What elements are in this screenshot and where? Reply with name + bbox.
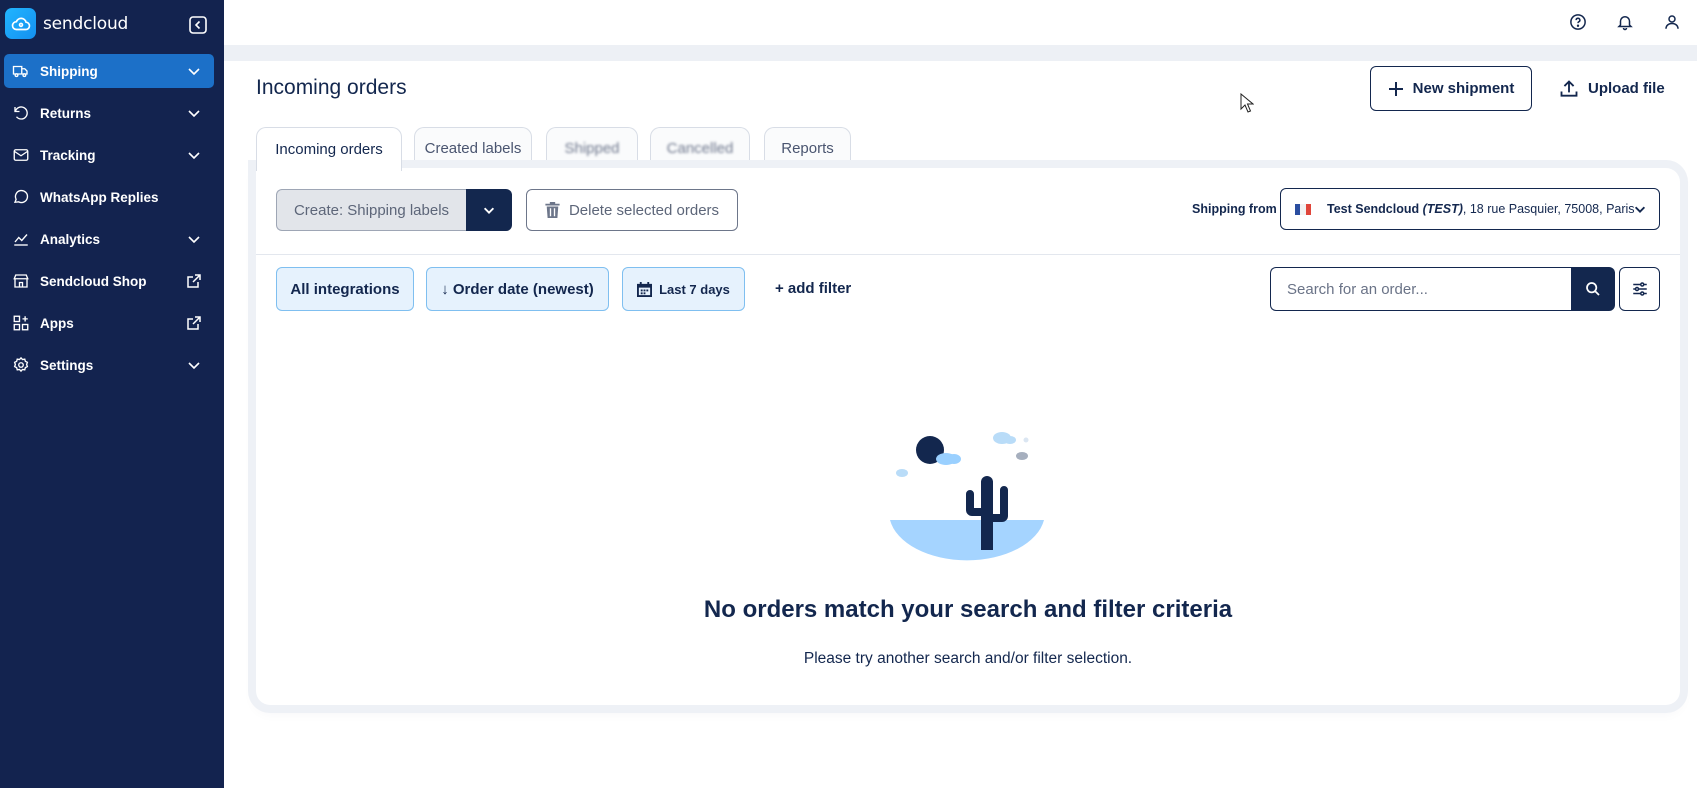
chevron-down-icon	[186, 231, 202, 247]
chevron-down-icon	[186, 63, 202, 79]
sidebar: sendcloud Shipping Returns Tracking What…	[0, 0, 224, 788]
tab-reports[interactable]: Reports	[764, 127, 851, 169]
bell-icon[interactable]	[1614, 11, 1636, 33]
all-integrations-filter[interactable]: All integrations	[276, 267, 414, 311]
sidebar-item-label: Sendcloud Shop	[40, 273, 147, 289]
chevron-down-icon	[186, 147, 202, 163]
search-icon	[1586, 282, 1600, 296]
upload-file-button[interactable]: Upload file	[1559, 66, 1665, 111]
sidebar-item-returns[interactable]: Returns	[4, 96, 214, 130]
sidebar-nav: Shipping Returns Tracking WhatsApp Repli…	[4, 54, 214, 390]
shipping-from-address: , 18 rue Pasquier, 75008, Paris	[1462, 202, 1635, 216]
sidebar-item-label: Returns	[40, 105, 92, 121]
chevron-down-icon	[186, 357, 202, 373]
tab-cancelled[interactable]: Cancelled	[650, 127, 750, 169]
tab-incoming-orders[interactable]: Incoming orders	[256, 127, 402, 171]
create-shipping-labels-button[interactable]: Create: Shipping labels	[276, 189, 466, 231]
sidebar-item-analytics[interactable]: Analytics	[4, 222, 214, 256]
apps-icon	[12, 314, 30, 332]
brand[interactable]: sendcloud	[5, 8, 128, 39]
chat-bubble-icon	[12, 188, 30, 206]
new-shipment-label: New shipment	[1412, 80, 1515, 97]
trash-icon	[545, 202, 560, 218]
plus-icon	[1388, 81, 1403, 96]
sidebar-item-label: WhatsApp Replies	[40, 189, 159, 205]
cactus-illustration	[888, 430, 1048, 585]
upload-icon	[1560, 79, 1578, 97]
sidebar-item-label: Tracking	[40, 147, 96, 163]
envelope-icon	[12, 146, 30, 164]
external-link-icon	[186, 315, 202, 331]
sendcloud-logo-icon	[5, 8, 36, 39]
empty-state-subtitle: Please try another search and/or filter …	[803, 650, 1133, 667]
gear-icon	[12, 356, 30, 374]
search-input[interactable]	[1270, 267, 1571, 311]
order-date-sort[interactable]: ↓ Order date (newest)	[426, 267, 609, 311]
shipping-from-tag: (TEST)	[1422, 202, 1463, 216]
sidebar-item-shipping[interactable]: Shipping	[4, 54, 214, 88]
delete-selected-orders-button[interactable]: Delete selected orders	[526, 189, 738, 231]
new-shipment-button[interactable]: New shipment	[1370, 66, 1532, 111]
empty-state-title: No orders match your search and filter c…	[703, 596, 1233, 623]
shipping-from-select[interactable]: Test Sendcloud (TEST), 18 rue Pasquier, …	[1280, 188, 1660, 230]
brand-name: sendcloud	[43, 13, 129, 34]
sidebar-item-label: Analytics	[40, 231, 101, 247]
sidebar-item-sendcloud-shop[interactable]: Sendcloud Shop	[4, 264, 214, 298]
orders-panel: Create: Shipping labels Delete selected …	[256, 168, 1680, 705]
create-options-dropdown-button[interactable]	[466, 189, 512, 231]
sidebar-item-whatsapp-replies[interactable]: WhatsApp Replies	[4, 180, 214, 214]
order-search	[1270, 267, 1615, 311]
filter-bar: All integrations ↓ Order date (newest) L…	[256, 267, 1680, 311]
chevron-down-icon	[1633, 202, 1647, 219]
main-content: Incoming orders New shipment Upload file…	[224, 61, 1697, 788]
sidebar-item-tracking[interactable]: Tracking	[4, 138, 214, 172]
upload-file-label: Upload file	[1588, 80, 1665, 97]
help-icon[interactable]	[1567, 11, 1589, 33]
sidebar-item-label: Settings	[40, 357, 94, 373]
sliders-icon	[1632, 282, 1647, 296]
column-settings-button[interactable]	[1619, 267, 1660, 311]
date-range-filter[interactable]: Last 7 days	[622, 267, 745, 311]
collapse-sidebar-button[interactable]	[188, 15, 208, 35]
tab-shipped[interactable]: Shipped	[546, 127, 638, 169]
tab-created-labels[interactable]: Created labels	[414, 127, 532, 169]
top-bar	[224, 0, 1697, 45]
user-icon[interactable]	[1661, 11, 1683, 33]
search-button[interactable]	[1571, 267, 1615, 311]
external-link-icon	[186, 273, 202, 289]
shipping-from-name: Test Sendcloud	[1327, 202, 1420, 216]
sidebar-item-label: Shipping	[40, 63, 98, 79]
sidebar-item-apps[interactable]: Apps	[4, 306, 214, 340]
truck-icon	[12, 62, 30, 80]
shipping-from-label: Shipping from	[1192, 202, 1277, 216]
sidebar-item-label: Apps	[40, 315, 74, 331]
action-bar: Create: Shipping labels Delete selected …	[256, 168, 1680, 255]
chart-icon	[12, 230, 30, 248]
add-filter-button[interactable]: + add filter	[775, 280, 851, 297]
sidebar-item-settings[interactable]: Settings	[4, 348, 214, 382]
top-divider	[224, 45, 1697, 61]
store-icon	[12, 272, 30, 290]
france-flag-icon	[1295, 203, 1311, 215]
return-icon	[12, 104, 30, 122]
chevron-down-icon	[186, 105, 202, 121]
create-labels-split-button: Create: Shipping labels	[276, 189, 512, 231]
chevron-down-icon	[483, 207, 495, 214]
collapse-icon	[189, 16, 207, 34]
page-title: Incoming orders	[256, 76, 407, 99]
calendar-icon	[637, 281, 653, 297]
mouse-cursor-icon	[1240, 92, 1255, 118]
